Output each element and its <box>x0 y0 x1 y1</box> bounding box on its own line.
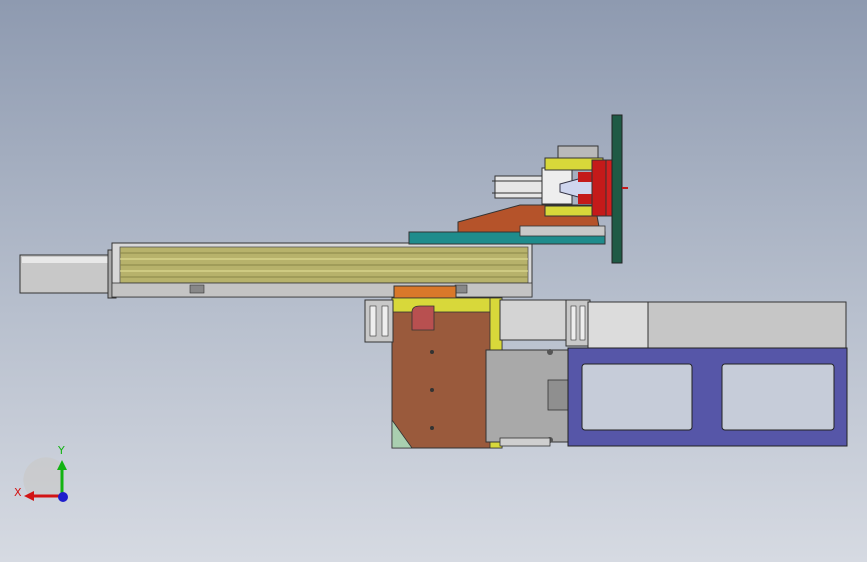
y-label: Y <box>57 444 65 457</box>
coordinate-triad: Y X <box>14 444 68 502</box>
right-housing[interactable] <box>587 301 847 349</box>
x-label: X <box>14 486 22 499</box>
cad-model-view[interactable] <box>0 0 867 562</box>
servo-motor[interactable] <box>19 249 117 299</box>
linear-rail-module[interactable] <box>111 242 533 298</box>
triad-plane <box>23 457 63 496</box>
z-axis <box>58 492 68 502</box>
right-cable-guide[interactable] <box>565 299 591 347</box>
cad-viewport[interactable]: Y X <box>0 0 867 562</box>
left-cable-guide[interactable] <box>364 299 394 343</box>
blue-base-frame[interactable] <box>567 347 848 447</box>
